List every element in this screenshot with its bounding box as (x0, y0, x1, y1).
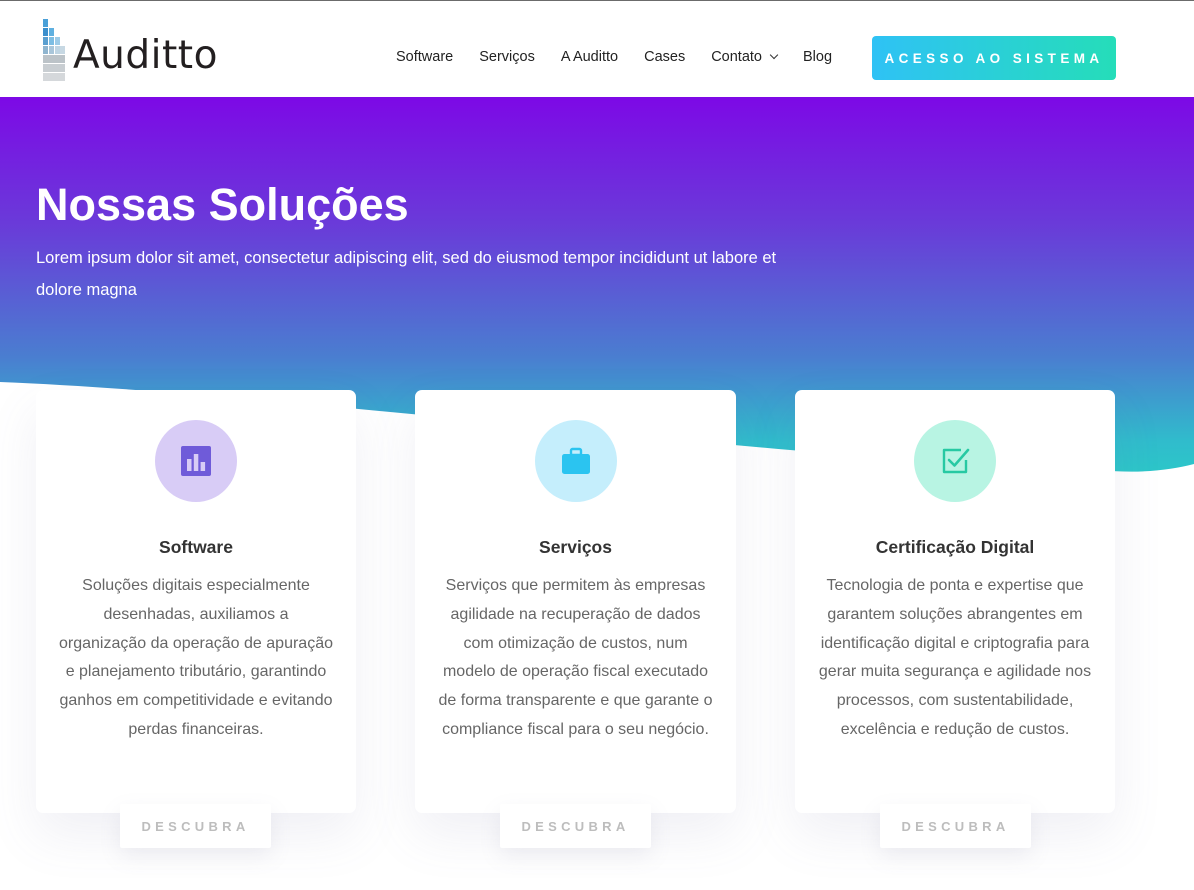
checkbox-icon (914, 420, 996, 502)
nav-item-blog[interactable]: Blog (803, 47, 832, 67)
briefcase-icon (534, 420, 617, 502)
nav-item-cases[interactable]: Cases (644, 47, 685, 67)
system-access-button[interactable]: ACESSO AO SISTEMA (872, 36, 1116, 80)
nav-item-software[interactable]: Software (396, 47, 453, 67)
hero-title: Nossas Soluções (36, 179, 409, 230)
nav-item-contato-dropdown[interactable]: Contato (711, 47, 777, 67)
solution-card-software: Software Soluções digitais especialmente… (36, 390, 356, 813)
page: Nossas Soluções Lorem ipsum dolor sit am… (0, 0, 1194, 890)
main-nav: Software Serviços A Auditto Cases Contat… (396, 47, 832, 67)
card-description: Soluções digitais especialmente desenhad… (59, 577, 333, 738)
hero-subtitle: Lorem ipsum dolor sit amet, consectetur … (36, 249, 777, 299)
logo-mark-icon (43, 19, 65, 81)
card-title: Software (159, 537, 233, 557)
card-description: Serviços que permitem às empresas agilid… (438, 577, 713, 738)
card-description: Tecnologia de ponta e expertise que gara… (818, 577, 1092, 738)
logo-text: Auditto (73, 32, 218, 78)
discover-button-software[interactable]: DESCUBRA (120, 804, 271, 848)
card-title: Serviços (539, 537, 612, 557)
logo[interactable]: Auditto (43, 18, 218, 82)
solution-card-certificacao: Certificação Digital Tecnologia de ponta… (795, 390, 1115, 813)
nav-item-a-auditto[interactable]: A Auditto (561, 47, 618, 67)
discover-button-servicos[interactable]: DESCUBRA (500, 804, 651, 848)
site-header: Auditto Software Serviços A Auditto Case… (0, 0, 1194, 97)
card-title: Certificação Digital (875, 537, 1035, 557)
bar-chart-icon (155, 420, 237, 502)
nav-item-servicos[interactable]: Serviços (479, 47, 535, 67)
discover-button-certificacao[interactable]: DESCUBRA (880, 804, 1031, 848)
solution-card-servicos: Serviços Serviços que permitem às empres… (415, 390, 736, 813)
